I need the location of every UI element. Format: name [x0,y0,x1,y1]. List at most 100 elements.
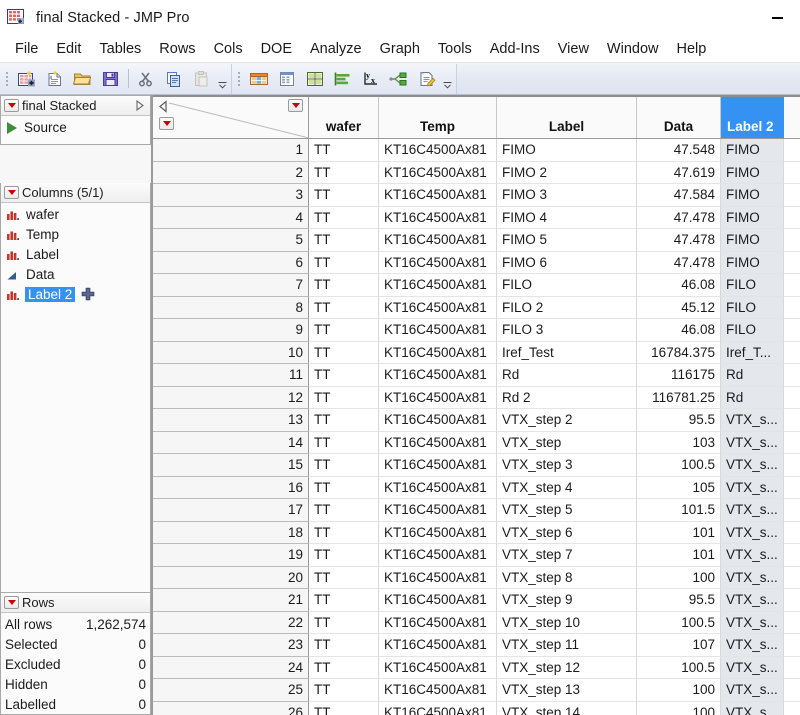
row-number-cell[interactable]: 9 [153,319,309,342]
cell-wafer[interactable]: TT [309,274,379,297]
menu-window[interactable]: Window [598,39,668,60]
cell-temp[interactable]: KT16C4500Ax81 [379,162,497,185]
cell-label[interactable]: VTX_step 12 [497,657,637,680]
row-number-cell[interactable]: 13 [153,409,309,432]
cell-label-2[interactable]: VTX_s... [721,657,784,680]
column-item-data[interactable]: Data [1,264,150,284]
cell-wafer[interactable]: TT [309,454,379,477]
cell-data[interactable]: 100.5 [637,657,721,680]
toolbar-overflow-chevron-down-icon[interactable] [216,66,229,92]
cell-empty[interactable] [784,612,800,635]
cell-label-2[interactable]: FIMO [721,207,784,230]
cell-empty[interactable] [784,207,800,230]
cell-empty[interactable] [784,477,800,500]
cell-data[interactable]: 116175 [637,364,721,387]
table-row[interactable]: 7TTKT16C4500Ax81FILO46.08FILO [153,274,800,297]
cell-data[interactable]: 46.08 [637,319,721,342]
menu-view[interactable]: View [549,39,598,60]
table-row[interactable]: 10TTKT16C4500Ax81Iref_Test16784.375Iref_… [153,342,800,365]
table-row[interactable]: 4TTKT16C4500Ax81FIMO 447.478FIMO [153,207,800,230]
cell-empty[interactable] [784,319,800,342]
cell-data[interactable]: 105 [637,477,721,500]
cell-data[interactable]: 47.478 [637,207,721,230]
row-number-cell[interactable]: 6 [153,252,309,275]
source-item[interactable]: Source [1,117,150,138]
cell-label[interactable]: VTX_step 7 [497,544,637,567]
cell-temp[interactable]: KT16C4500Ax81 [379,387,497,410]
cell-data[interactable]: 46.08 [637,274,721,297]
row-number-cell[interactable]: 18 [153,522,309,545]
cell-wafer[interactable]: TT [309,184,379,207]
cell-temp[interactable]: KT16C4500Ax81 [379,319,497,342]
cell-data[interactable]: 47.619 [637,162,721,185]
cell-label-2[interactable]: Rd [721,364,784,387]
left-triangle-icon[interactable] [157,100,169,113]
save-icon[interactable] [98,66,124,92]
cell-label-2[interactable]: FILO [721,319,784,342]
cell-data[interactable]: 100.5 [637,612,721,635]
chart-bar-icon[interactable] [330,66,356,92]
menu-rows[interactable]: Rows [150,39,204,60]
toolbar-grip-icon[interactable] [3,69,11,89]
menu-cols[interactable]: Cols [205,39,252,60]
red-triangle-icon-columns-menu[interactable] [288,99,303,112]
cell-label-2[interactable]: FILO [721,274,784,297]
row-number-cell[interactable]: 10 [153,342,309,365]
menu-analyze[interactable]: Analyze [301,39,371,60]
cell-data[interactable]: 107 [637,634,721,657]
cell-wafer[interactable]: TT [309,589,379,612]
menu-edit[interactable]: Edit [47,39,90,60]
column-item-temp[interactable]: Temp [1,224,150,244]
cell-data[interactable]: 95.5 [637,589,721,612]
cell-temp[interactable]: KT16C4500Ax81 [379,139,497,162]
cell-empty[interactable] [784,252,800,275]
cell-label-2[interactable]: VTX_s... [721,589,784,612]
cell-label[interactable]: FIMO 6 [497,252,637,275]
table-row[interactable]: 21TTKT16C4500Ax81VTX_step 995.5VTX_s... [153,589,800,612]
menu-file[interactable]: File [6,39,47,60]
column-header-label[interactable]: Label [497,97,637,138]
cell-temp[interactable]: KT16C4500Ax81 [379,522,497,545]
cell-temp[interactable]: KT16C4500Ax81 [379,184,497,207]
cell-label-2[interactable]: FIMO [721,139,784,162]
cell-wafer[interactable]: TT [309,522,379,545]
cell-empty[interactable] [784,297,800,320]
row-number-cell[interactable]: 5 [153,229,309,252]
cell-temp[interactable]: KT16C4500Ax81 [379,499,497,522]
table-row[interactable]: 25TTKT16C4500Ax81VTX_step 13100VTX_s... [153,679,800,702]
row-number-cell[interactable]: 15 [153,454,309,477]
row-number-cell[interactable]: 14 [153,432,309,455]
cell-empty[interactable] [784,522,800,545]
cell-wafer[interactable]: TT [309,162,379,185]
cell-data[interactable]: 101.5 [637,499,721,522]
row-number-cell[interactable]: 22 [153,612,309,635]
cell-data[interactable]: 45.12 [637,297,721,320]
cell-wafer[interactable]: TT [309,319,379,342]
cell-temp[interactable]: KT16C4500Ax81 [379,432,497,455]
row-number-cell[interactable]: 8 [153,297,309,320]
cell-data[interactable]: 47.478 [637,252,721,275]
cell-label-2[interactable]: VTX_s... [721,522,784,545]
rows-panel-header[interactable]: Rows [1,593,150,613]
cell-wafer[interactable]: TT [309,342,379,365]
data-table-panel-header[interactable]: final Stacked [1,96,150,116]
cell-wafer[interactable]: TT [309,634,379,657]
columns-panel-header[interactable]: Columns (5/1) [1,183,150,203]
row-number-cell[interactable]: 20 [153,567,309,590]
cell-label-2[interactable]: VTX_s... [721,702,784,715]
cell-wafer[interactable]: TT [309,612,379,635]
cell-temp[interactable]: KT16C4500Ax81 [379,612,497,635]
menu-help[interactable]: Help [668,39,716,60]
cell-label-2[interactable]: VTX_s... [721,432,784,455]
cell-label[interactable]: VTX_step 4 [497,477,637,500]
menu-add-ins[interactable]: Add-Ins [481,39,549,60]
distribution-icon[interactable] [274,66,300,92]
cell-empty[interactable] [784,702,800,715]
column-header-wafer[interactable]: wafer [309,97,379,138]
cell-temp[interactable]: KT16C4500Ax81 [379,544,497,567]
grid-corner-cell[interactable] [153,97,309,138]
cell-label-2[interactable]: VTX_s... [721,544,784,567]
cell-label[interactable]: Rd 2 [497,387,637,410]
new-data-table-icon[interactable] [14,66,40,92]
row-number-cell[interactable]: 16 [153,477,309,500]
